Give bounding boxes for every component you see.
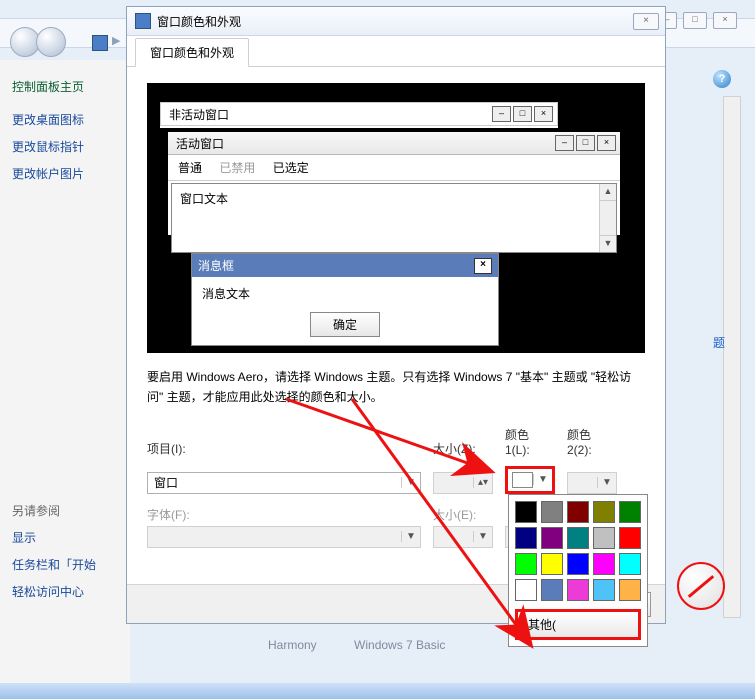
- sidebar-home[interactable]: 控制面板主页: [12, 78, 118, 95]
- control-panel-sidebar: 控制面板主页 更改桌面图标 更改鼠标指针 更改帐户图片 另请参阅 显示 任务栏和…: [0, 60, 130, 683]
- seealso-display[interactable]: 显示: [12, 529, 118, 546]
- scroll-down-icon: ▼: [600, 235, 616, 252]
- preview-msg-close-icon: ×: [474, 258, 492, 274]
- preview-text-area: 窗口文本 ▲ ▼: [171, 183, 617, 253]
- preview-scrollbar: ▲ ▼: [599, 184, 616, 252]
- fsize-label: 大小(E):: [433, 506, 493, 523]
- color1-picker[interactable]: ▼: [505, 466, 555, 494]
- dialog-close-button[interactable]: ×: [633, 13, 659, 30]
- font-select: ▼: [147, 526, 421, 548]
- color-swatch[interactable]: [541, 527, 563, 549]
- preview-inactive-title: 非活动窗口: [165, 106, 490, 123]
- color-swatch[interactable]: [593, 527, 615, 549]
- color-swatch[interactable]: [567, 553, 589, 575]
- close-icon: ×: [534, 106, 553, 122]
- truncated-link[interactable]: 题: [713, 334, 725, 351]
- min-icon: –: [555, 135, 574, 151]
- color-popup: 其他(: [508, 494, 648, 647]
- color-swatch[interactable]: [541, 553, 563, 575]
- seealso-taskbar[interactable]: 任务栏和「开始: [12, 556, 118, 573]
- color-swatch[interactable]: [619, 501, 641, 523]
- chevron-down-icon: ▼: [533, 474, 552, 485]
- theme-footer-links: Harmony Windows 7 Basic: [268, 638, 479, 652]
- max-icon: □: [513, 106, 532, 122]
- dialog-title: 窗口颜色和外观: [157, 13, 633, 30]
- color-swatch[interactable]: [541, 501, 563, 523]
- color1-label: 颜色 1(L):: [505, 426, 555, 457]
- right-scrollbar[interactable]: [723, 96, 741, 618]
- seealso-access[interactable]: 轻松访问中心: [12, 583, 118, 600]
- color-swatch[interactable]: [593, 579, 615, 601]
- breadcrumb-arrow: ▶: [112, 34, 120, 47]
- color-swatch[interactable]: [619, 579, 641, 601]
- color-swatch[interactable]: [593, 553, 615, 575]
- menu-disabled: 已禁用: [219, 161, 255, 175]
- font-label: 字体(F):: [147, 506, 421, 523]
- nav-back-forward[interactable]: [10, 27, 66, 57]
- menu-normal: 普通: [178, 161, 202, 175]
- fsize-select: ▼: [433, 526, 493, 548]
- chevron-down-icon: ▼: [597, 477, 616, 488]
- theme-harmony[interactable]: Harmony: [268, 638, 317, 652]
- theme-basic[interactable]: Windows 7 Basic: [354, 638, 445, 652]
- size-input: ▴▾: [433, 472, 493, 494]
- aero-help-text: 要启用 Windows Aero，请选择 Windows 主题。只有选择 Win…: [147, 367, 645, 408]
- color-swatch[interactable]: [593, 501, 615, 523]
- size-label: 大小(Z):: [433, 440, 493, 457]
- preview-active-title: 活动窗口: [172, 135, 553, 152]
- preview-menubar: 普通 已禁用 已选定: [168, 155, 620, 181]
- color-swatch[interactable]: [567, 527, 589, 549]
- min-icon: –: [492, 106, 511, 122]
- color-swatch[interactable]: [515, 579, 537, 601]
- preview-window-text: 窗口文本: [180, 192, 228, 206]
- color-swatch[interactable]: [619, 553, 641, 575]
- sidebar-item-icons[interactable]: 更改桌面图标: [12, 111, 118, 128]
- color-swatch[interactable]: [515, 501, 537, 523]
- dialog-icon: [135, 13, 151, 29]
- chevron-down-icon: ▼: [401, 531, 420, 542]
- color2-label: 颜色 2(2):: [567, 426, 617, 457]
- color-swatch[interactable]: [515, 527, 537, 549]
- sidebar-item-pointer[interactable]: 更改鼠标指针: [12, 138, 118, 155]
- seealso-title: 另请参阅: [12, 502, 118, 519]
- close-icon: ×: [597, 135, 616, 151]
- close-button[interactable]: ×: [713, 12, 737, 29]
- item-select[interactable]: 窗口 ▼: [147, 472, 421, 494]
- color-swatch[interactable]: [567, 579, 589, 601]
- preview-msg-text: 消息文本: [192, 277, 498, 310]
- preview-messagebox: 消息框 × 消息文本 确定: [191, 253, 499, 346]
- tab-window-color[interactable]: 窗口颜色和外观: [135, 38, 249, 67]
- color-swatch[interactable]: [541, 579, 563, 601]
- other-color-button[interactable]: 其他(: [515, 609, 641, 640]
- max-icon: □: [576, 135, 595, 151]
- color2-picker: ▼: [567, 472, 617, 494]
- help-icon[interactable]: ?: [713, 70, 731, 88]
- chevron-down-icon: ▼: [473, 531, 492, 542]
- blocked-icon: [677, 562, 725, 610]
- spinner-icon: ▴▾: [473, 477, 492, 488]
- preview-area: 非活动窗口 – □ × 活动窗口 – □ × 普通 已禁用: [147, 83, 645, 353]
- preview-inactive-window: 非活动窗口 – □ ×: [159, 101, 559, 129]
- color-swatch[interactable]: [619, 527, 641, 549]
- personalization-icon: [92, 35, 108, 51]
- item-select-value: 窗口: [148, 474, 401, 491]
- preview-msg-title: 消息框: [198, 257, 474, 274]
- dialog-titlebar[interactable]: 窗口颜色和外观 ×: [127, 7, 665, 36]
- taskbar: [0, 683, 755, 699]
- sidebar-item-picture[interactable]: 更改帐户图片: [12, 165, 118, 182]
- preview-msg-ok: 确定: [310, 312, 380, 337]
- maximize-button[interactable]: □: [683, 12, 707, 29]
- item-label: 项目(I):: [147, 440, 421, 457]
- menu-selected: 已选定: [273, 161, 309, 175]
- color-swatch[interactable]: [515, 553, 537, 575]
- scroll-up-icon: ▲: [600, 184, 616, 201]
- color-swatch[interactable]: [567, 501, 589, 523]
- chevron-down-icon: ▼: [401, 477, 420, 488]
- color-grid[interactable]: [515, 501, 641, 601]
